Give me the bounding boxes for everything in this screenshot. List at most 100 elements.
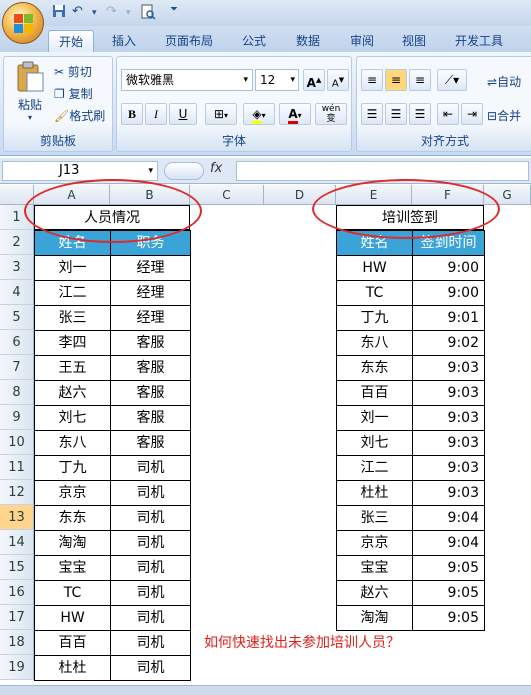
table-cell-name[interactable]: TC	[34, 580, 111, 606]
table-cell-signin-time[interactable]: 9:05	[412, 580, 485, 606]
table-cell-name[interactable]: 东八	[336, 330, 413, 356]
table-cell-name[interactable]: 京京	[34, 480, 111, 506]
table-cell-name[interactable]: 丁九	[336, 305, 413, 331]
tab-insert[interactable]: 插入	[102, 30, 146, 52]
undo-icon[interactable]: ↶	[72, 4, 83, 22]
row-header-10[interactable]: 10	[0, 430, 34, 455]
row-header-9[interactable]: 9	[0, 405, 34, 430]
table-cell-role[interactable]: 经理	[110, 255, 191, 281]
table-cell-name[interactable]: 京京	[336, 530, 413, 556]
tab-review[interactable]: 审阅	[340, 30, 384, 52]
row-header-5[interactable]: 5	[0, 305, 34, 330]
table-cell-name[interactable]: 杜杜	[34, 655, 111, 681]
table-cell-role[interactable]: 司机	[110, 555, 191, 581]
tab-developer[interactable]: 开发工具	[446, 30, 512, 52]
table-cell-role[interactable]: 经理	[110, 305, 191, 331]
table-cell-name[interactable]: 东东	[336, 355, 413, 381]
align-middle-button[interactable]: ≡	[385, 69, 407, 91]
underline-button[interactable]: U	[169, 103, 197, 125]
table-cell-name[interactable]: 淘淘	[336, 605, 413, 631]
table-cell-role[interactable]: 司机	[110, 580, 191, 606]
customize-toolbar-icon[interactable]: ⏷	[170, 4, 178, 22]
table-cell-role[interactable]: 客服	[110, 355, 191, 381]
paste-button[interactable]: 粘贴 ▾	[12, 61, 48, 123]
table-cell-signin-time[interactable]: 9:00	[412, 255, 485, 281]
table-cell-role[interactable]: 司机	[110, 630, 191, 656]
table-cell-signin-time[interactable]: 9:03	[412, 405, 485, 431]
save-icon[interactable]	[52, 4, 66, 22]
row-header-11[interactable]: 11	[0, 455, 34, 480]
shrink-font-button[interactable]: A▼	[327, 69, 349, 91]
table-cell-name[interactable]: 赵六	[336, 580, 413, 606]
table-cell-name[interactable]: 张三	[34, 305, 111, 331]
row-header-13[interactable]: 13	[0, 505, 34, 530]
table-cell-name[interactable]: 东八	[34, 430, 111, 456]
row-header-16[interactable]: 16	[0, 580, 34, 605]
table-cell-signin-time[interactable]: 9:03	[412, 455, 485, 481]
row-header-12[interactable]: 12	[0, 480, 34, 505]
table-cell-name[interactable]: 百百	[34, 630, 111, 656]
align-center-button[interactable]: ☰	[385, 103, 407, 125]
name-box[interactable]: J13 ▾	[2, 161, 158, 181]
table-cell-name[interactable]: 刘七	[34, 405, 111, 431]
align-right-button[interactable]: ☰	[409, 103, 431, 125]
table-cell-signin-time[interactable]: 9:04	[412, 505, 485, 531]
font-color-button[interactable]: A▾	[279, 103, 311, 125]
row-header-8[interactable]: 8	[0, 380, 34, 405]
font-size-select[interactable]: 12 ▾	[255, 69, 299, 91]
table-cell-name[interactable]: 刘七	[336, 430, 413, 456]
column-header-c[interactable]: C	[190, 185, 264, 205]
row-header-7[interactable]: 7	[0, 355, 34, 380]
row-header-3[interactable]: 3	[0, 255, 34, 280]
italic-button[interactable]: I	[145, 103, 167, 125]
cut-button[interactable]: ✂ 剪切	[54, 63, 92, 80]
office-button[interactable]	[2, 2, 44, 44]
table-cell-signin-time[interactable]: 9:03	[412, 480, 485, 506]
table-cell-signin-time[interactable]: 9:04	[412, 530, 485, 556]
formula-expand-handle[interactable]	[164, 162, 204, 180]
worksheet-grid[interactable]: A B C D E F G 1 2 3 4 5 6 7 8 9 10 11 12 13 14 15 16 17 1…	[0, 179, 531, 695]
table-cell-name[interactable]: 宝宝	[34, 555, 111, 581]
redo-icon[interactable]: ↷	[106, 4, 117, 22]
table-cell-name[interactable]: 刘一	[336, 405, 413, 431]
table-cell-role[interactable]: 客服	[110, 380, 191, 406]
table-cell-role[interactable]: 司机	[110, 455, 191, 481]
row-header-6[interactable]: 6	[0, 330, 34, 355]
row-header-17[interactable]: 17	[0, 605, 34, 630]
borders-button[interactable]: ⊞▾	[205, 103, 237, 125]
orientation-button[interactable]: ⟋▾	[437, 69, 467, 91]
table-cell-name[interactable]: 江二	[34, 280, 111, 306]
phonetic-button[interactable]: wén 变	[315, 103, 347, 125]
table-cell-name[interactable]: 东东	[34, 505, 111, 531]
table-cell-signin-time[interactable]: 9:03	[412, 355, 485, 381]
decrease-indent-button[interactable]: ⇤	[437, 103, 459, 125]
insert-function-button[interactable]: fx	[210, 161, 222, 176]
align-bottom-button[interactable]: ≡	[409, 69, 431, 91]
table-cell-role[interactable]: 客服	[110, 330, 191, 356]
table-cell-role[interactable]: 司机	[110, 505, 191, 531]
fill-color-button[interactable]: ◈▾	[243, 103, 275, 125]
table-cell-name[interactable]: HW	[34, 605, 111, 631]
table-cell-name[interactable]: 淘淘	[34, 530, 111, 556]
table-cell-role[interactable]: 司机	[110, 480, 191, 506]
row-header-19[interactable]: 19	[0, 655, 34, 680]
align-top-button[interactable]: ≡	[361, 69, 383, 91]
table-cell-role[interactable]: 司机	[110, 655, 191, 681]
table-cell-name[interactable]: 宝宝	[336, 555, 413, 581]
table-cell-role[interactable]: 司机	[110, 605, 191, 631]
table-cell-name[interactable]: 李四	[34, 330, 111, 356]
table-cell-signin-time[interactable]: 9:02	[412, 330, 485, 356]
table-cell-name[interactable]: 百百	[336, 380, 413, 406]
chevron-down-icon[interactable]: ▾	[126, 8, 131, 26]
table-cell-role[interactable]: 司机	[110, 530, 191, 556]
table-cell-name[interactable]: 丁九	[34, 455, 111, 481]
tab-formulas[interactable]: 公式	[232, 30, 276, 52]
font-name-select[interactable]: 微软雅黑 ▾	[121, 69, 253, 91]
table-cell-signin-time[interactable]: 9:03	[412, 380, 485, 406]
table-cell-name[interactable]: TC	[336, 280, 413, 306]
tab-view[interactable]: 视图	[392, 30, 436, 52]
align-left-button[interactable]: ☰	[361, 103, 383, 125]
table-cell-role[interactable]: 客服	[110, 405, 191, 431]
table-cell-name[interactable]: 江二	[336, 455, 413, 481]
merge-button[interactable]: ⊟合并	[487, 107, 521, 124]
